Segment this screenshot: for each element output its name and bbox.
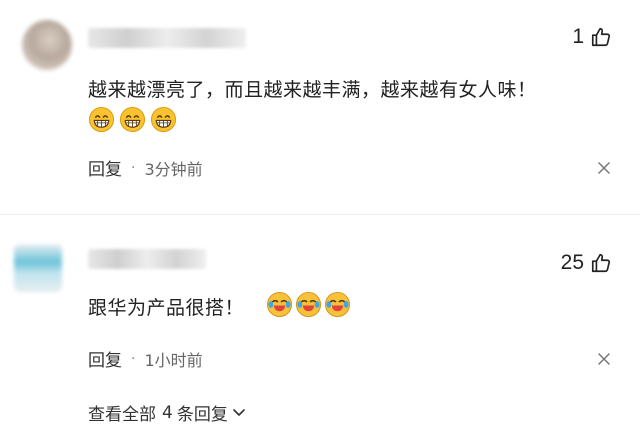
view-replies-suffix: 条回复 xyxy=(176,405,228,425)
emoji-row xyxy=(88,106,177,133)
reply-count: 4 xyxy=(162,402,173,423)
divider xyxy=(0,214,640,215)
comment-text: 跟华为产品很搭！ xyxy=(88,297,245,319)
like-button[interactable]: 1 xyxy=(572,25,612,49)
comment-text: 越来越漂亮了，而且越来越丰满，越来越有女人味！ xyxy=(88,79,537,101)
thumbs-up-icon[interactable] xyxy=(590,26,612,48)
timestamp: 3分钟前 xyxy=(144,159,203,179)
emoji-row xyxy=(266,291,351,318)
reply-button[interactable]: 回复 xyxy=(88,346,122,371)
view-all-replies-button[interactable]: 查看全部 4 条回复 xyxy=(88,400,246,425)
like-count: 25 xyxy=(560,251,584,274)
separator-dot: · xyxy=(131,350,136,367)
like-count: 1 xyxy=(572,25,584,48)
avatar[interactable] xyxy=(14,244,62,292)
laugh-cry-emoji xyxy=(324,291,351,318)
username[interactable] xyxy=(88,249,206,269)
close-icon[interactable] xyxy=(598,353,610,365)
grin-emoji xyxy=(119,106,146,133)
laugh-cry-emoji xyxy=(266,291,293,318)
timestamp: 1小时前 xyxy=(144,350,203,370)
grin-emoji xyxy=(88,106,115,133)
view-replies-prefix: 查看全部 xyxy=(88,405,156,425)
laugh-cry-emoji xyxy=(295,291,322,318)
avatar[interactable] xyxy=(22,20,72,70)
username[interactable] xyxy=(88,28,246,48)
grin-emoji xyxy=(150,106,177,133)
thumbs-up-icon[interactable] xyxy=(590,252,612,274)
reply-button[interactable]: 回复 xyxy=(88,155,122,180)
like-button[interactable]: 25 xyxy=(561,251,612,275)
separator-dot: · xyxy=(131,159,136,176)
close-icon[interactable] xyxy=(598,162,610,174)
comment-meta: 回复 · 1小时前 xyxy=(88,346,203,372)
comment-meta: 回复 · 3分钟前 xyxy=(88,155,203,181)
chevron-down-icon xyxy=(233,408,245,416)
